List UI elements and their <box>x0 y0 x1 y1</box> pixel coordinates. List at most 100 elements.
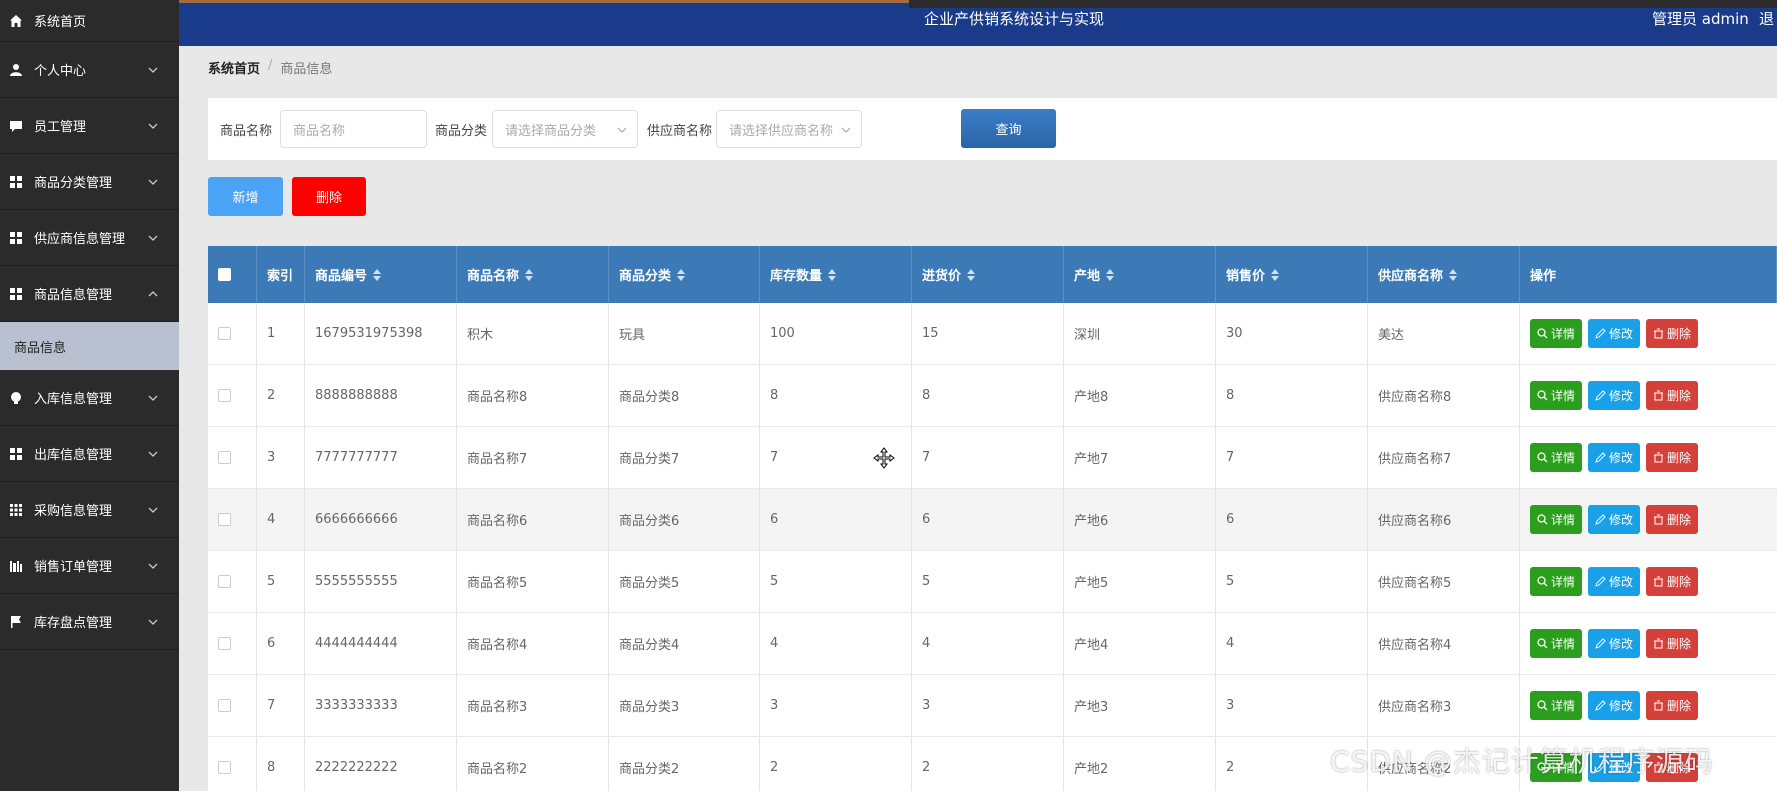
sort-icon[interactable] <box>1106 268 1115 281</box>
sort-icon[interactable] <box>373 268 382 281</box>
row-select-cell <box>208 365 257 426</box>
sidebar-item-5[interactable]: 入库信息管理 <box>0 370 179 426</box>
header-sale-price[interactable]: 销售价 <box>1216 246 1368 303</box>
table-row: 1 1679531975398 积木 玩具 100 15 深圳 30 美达 详情 修改 删除 <box>208 303 1777 365</box>
supplier-select[interactable]: 请选择供应商名称 <box>716 110 862 148</box>
cell-supplier: 供应商名称6 <box>1368 489 1520 550</box>
sidebar-item-4[interactable]: 商品信息管理 <box>0 266 179 322</box>
header-label: 操作 <box>1530 269 1557 284</box>
cell-sale-price: 30 <box>1216 303 1368 364</box>
header-label: 索引 <box>267 269 294 284</box>
edit-icon <box>1595 452 1606 463</box>
delete-button[interactable]: 删除 <box>1646 381 1699 410</box>
row-actions: 详情 修改 删除 <box>1520 551 1777 612</box>
cell-origin: 产地7 <box>1064 427 1216 488</box>
sidebar-subitem-product-info[interactable]: 商品信息 <box>0 322 179 370</box>
cell-name: 商品名称6 <box>457 489 609 550</box>
edit-button[interactable]: 修改 <box>1588 505 1641 534</box>
detail-button[interactable]: 详情 <box>1530 629 1583 658</box>
edit-button[interactable]: 修改 <box>1588 381 1641 410</box>
row-checkbox[interactable] <box>218 699 231 712</box>
search-icon <box>1537 452 1548 463</box>
cell-index: 5 <box>257 551 305 612</box>
sidebar-item-8[interactable]: 销售订单管理 <box>0 538 179 594</box>
breadcrumb-home[interactable]: 系统首页 <box>208 58 260 77</box>
breadcrumb-current: 商品信息 <box>280 62 333 77</box>
delete-button[interactable]: 删除 <box>1646 691 1699 720</box>
add-button[interactable]: 新增 <box>208 177 283 216</box>
header-dark-strip <box>909 0 1777 8</box>
sort-icon[interactable] <box>677 268 686 281</box>
detail-button[interactable]: 详情 <box>1530 691 1583 720</box>
cell-stock: 8 <box>760 365 912 426</box>
batch-delete-button[interactable]: 删除 <box>292 177 366 216</box>
header-origin[interactable]: 产地 <box>1064 246 1216 303</box>
search-icon <box>1537 328 1548 339</box>
header-label: 商品分类 <box>619 269 672 284</box>
header-stock[interactable]: 库存数量 <box>760 246 912 303</box>
sort-icon[interactable] <box>525 268 534 281</box>
sidebar-item-9[interactable]: 库存盘点管理 <box>0 594 179 650</box>
detail-button[interactable]: 详情 <box>1530 381 1583 410</box>
edit-button[interactable]: 修改 <box>1588 319 1641 348</box>
cell-stock: 6 <box>760 489 912 550</box>
sidebar-item-3[interactable]: 供应商信息管理 <box>0 210 179 266</box>
row-checkbox[interactable] <box>218 761 231 774</box>
sidebar-item-2[interactable]: 商品分类管理 <box>0 154 179 210</box>
detail-button[interactable]: 详情 <box>1530 567 1583 596</box>
logout-link[interactable]: 退 <box>1759 8 1774 29</box>
detail-button-label: 详情 <box>1551 575 1576 589</box>
row-checkbox[interactable] <box>218 389 231 402</box>
edit-button-label: 修改 <box>1609 451 1634 465</box>
header-supplier[interactable]: 供应商名称 <box>1368 246 1520 303</box>
table-row: 4 6666666666 商品名称6 商品分类6 6 6 产地6 6 供应商名称6 详情 修改 删除 <box>208 489 1777 551</box>
row-actions: 详情 修改 删除 <box>1520 489 1777 550</box>
edit-button-label: 修改 <box>1609 513 1634 527</box>
cell-purchase-price: 8 <box>912 365 1064 426</box>
chevron-down-icon <box>148 67 158 73</box>
sidebar-item-7[interactable]: 采购信息管理 <box>0 482 179 538</box>
delete-button[interactable]: 删除 <box>1646 319 1699 348</box>
header-category[interactable]: 商品分类 <box>609 246 760 303</box>
sidebar-item-home[interactable]: 系统首页 <box>0 0 179 42</box>
delete-button[interactable]: 删除 <box>1646 567 1699 596</box>
row-checkbox[interactable] <box>218 451 231 464</box>
row-checkbox[interactable] <box>218 575 231 588</box>
edit-icon <box>1595 576 1606 587</box>
sidebar-item-1[interactable]: 员工管理 <box>0 98 179 154</box>
top-header: 企业产供销系统设计与实现 管理员 admin 退 <box>179 0 1777 46</box>
delete-button[interactable]: 删除 <box>1646 629 1699 658</box>
edit-button[interactable]: 修改 <box>1588 567 1641 596</box>
product-name-input[interactable]: 商品名称 <box>280 110 427 148</box>
cell-supplier: 美达 <box>1368 303 1520 364</box>
header-product-code[interactable]: 商品编号 <box>305 246 457 303</box>
sidebar-item-6[interactable]: 出库信息管理 <box>0 426 179 482</box>
sidebar-item-label: 商品分类管理 <box>34 176 113 191</box>
row-select-cell <box>208 737 257 791</box>
query-button[interactable]: 查询 <box>961 109 1056 148</box>
cell-purchase-price: 4 <box>912 613 1064 674</box>
detail-button[interactable]: 详情 <box>1530 319 1583 348</box>
row-checkbox[interactable] <box>218 327 231 340</box>
detail-button[interactable]: 详情 <box>1530 443 1583 472</box>
category-select[interactable]: 请选择商品分类 <box>492 110 638 148</box>
row-checkbox[interactable] <box>218 637 231 650</box>
delete-button[interactable]: 删除 <box>1646 443 1699 472</box>
sort-icon[interactable] <box>1449 268 1458 281</box>
edit-button[interactable]: 修改 <box>1588 443 1641 472</box>
cell-supplier: 供应商名称3 <box>1368 675 1520 736</box>
edit-button[interactable]: 修改 <box>1588 629 1641 658</box>
header-purchase-price[interactable]: 进货价 <box>912 246 1064 303</box>
row-checkbox[interactable] <box>218 513 231 526</box>
edit-button[interactable]: 修改 <box>1588 691 1641 720</box>
sort-icon[interactable] <box>967 268 976 281</box>
sidebar-item-0[interactable]: 个人中心 <box>0 42 179 98</box>
select-all-checkbox[interactable] <box>218 268 231 281</box>
sort-icon[interactable] <box>828 268 837 281</box>
sort-icon[interactable] <box>1271 268 1280 281</box>
detail-button[interactable]: 详情 <box>1530 505 1583 534</box>
delete-button[interactable]: 删除 <box>1646 505 1699 534</box>
search-icon <box>1537 700 1548 711</box>
grid-icon <box>8 286 24 302</box>
header-product-name[interactable]: 商品名称 <box>457 246 609 303</box>
